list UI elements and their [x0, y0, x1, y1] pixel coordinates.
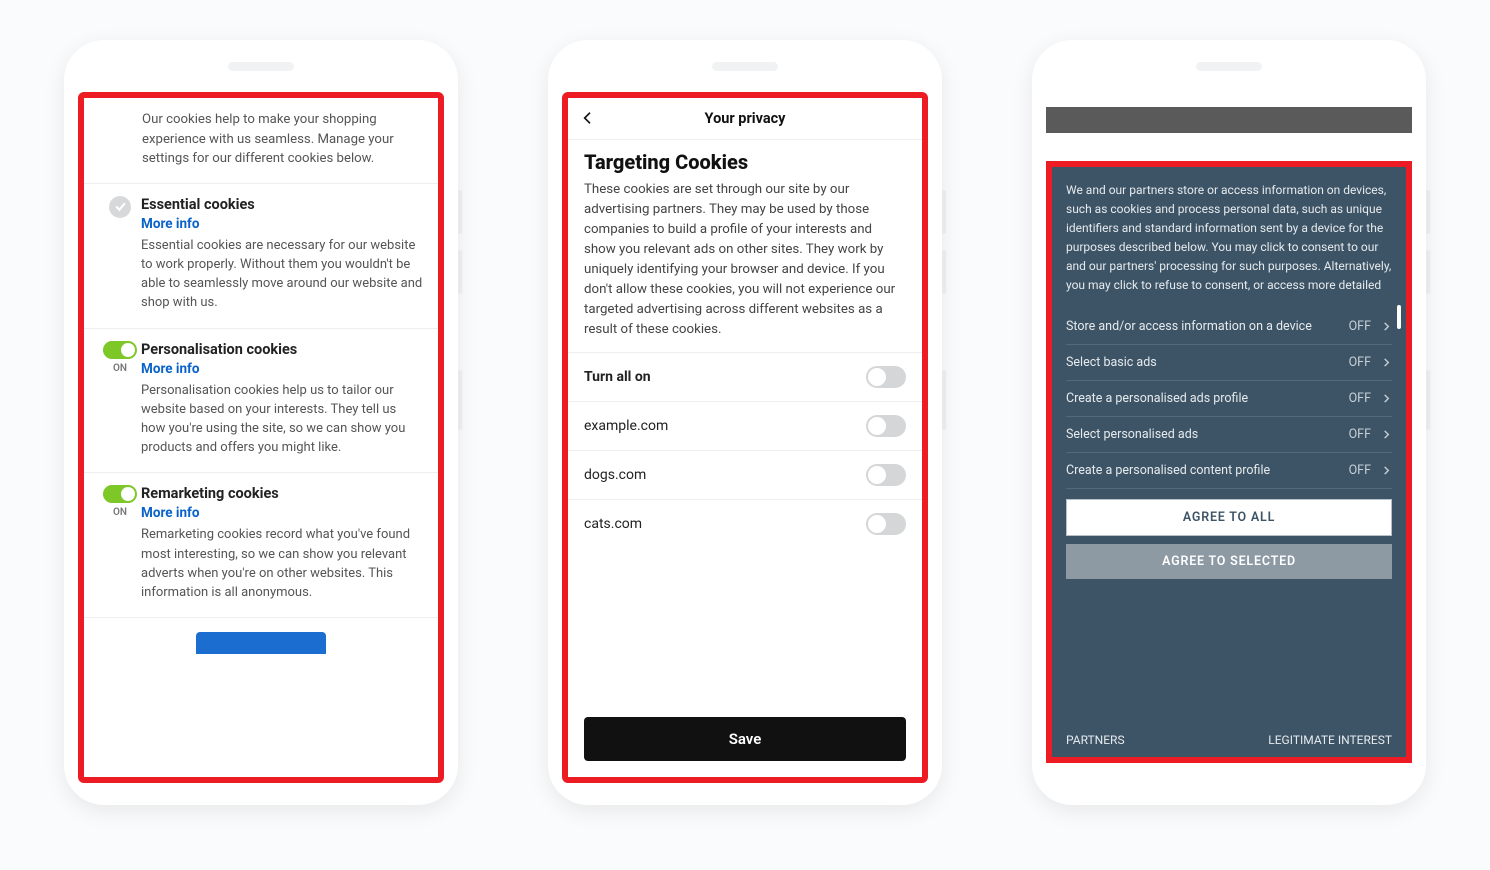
legitimate-interest-link[interactable]: LEGITIMATE INTEREST — [1268, 733, 1392, 747]
purpose-label: Create a personalised content profile — [1066, 463, 1270, 478]
toggle-remarketing[interactable] — [103, 485, 137, 503]
phone-mockup-2: Your privacy Targeting Cookies These coo… — [548, 40, 942, 805]
toggle-partner[interactable] — [866, 513, 906, 535]
section-title: Essential cookies — [141, 196, 423, 213]
consent-panel: We and our partners store or access info… — [1052, 167, 1406, 757]
purpose-list: Store and/or access information on a dev… — [1066, 309, 1392, 489]
toggle-all[interactable] — [866, 366, 906, 388]
chevron-right-icon — [1381, 357, 1392, 368]
row-example: example.com — [568, 401, 922, 450]
toggle-partner[interactable] — [866, 464, 906, 486]
more-info-link[interactable]: More info — [141, 505, 423, 521]
chevron-right-icon — [1381, 321, 1392, 332]
row-label: example.com — [584, 418, 668, 434]
section-title: Personalisation cookies — [141, 341, 423, 358]
agree-all-button[interactable]: AGREE TO ALL — [1066, 499, 1392, 536]
save-button[interactable]: Save — [584, 717, 906, 761]
check-icon — [109, 196, 131, 218]
cookie-settings-panel: Our cookies help to make your shopping e… — [78, 92, 444, 783]
toggle-state: ON — [113, 363, 127, 374]
toggle-personalisation[interactable] — [103, 341, 137, 359]
purpose-item[interactable]: Select basic ads OFF — [1066, 345, 1392, 381]
purpose-item[interactable]: Create a personalised ads profile OFF — [1066, 381, 1392, 417]
page-desc: These cookies are set through our site b… — [568, 180, 922, 352]
chevron-right-icon — [1381, 465, 1392, 476]
row-label: cats.com — [584, 516, 642, 532]
partners-link[interactable]: PARTNERS — [1066, 733, 1125, 747]
consent-intro: We and our partners store or access info… — [1066, 181, 1392, 295]
section-title: Remarketing cookies — [141, 485, 423, 502]
purpose-item[interactable]: Store and/or access information on a dev… — [1066, 309, 1392, 345]
row-label: Turn all on — [584, 369, 651, 385]
purpose-item[interactable]: Create a personalised content profile OF… — [1066, 453, 1392, 489]
purpose-state: OFF — [1349, 463, 1371, 478]
more-info-link[interactable]: More info — [141, 361, 423, 377]
row-turn-all-on: Turn all on — [568, 352, 922, 401]
modal-header: Your privacy — [568, 98, 922, 140]
phone-mockup-1: Our cookies help to make your shopping e… — [64, 40, 458, 805]
purpose-state: OFF — [1349, 355, 1371, 370]
toggle-state: ON — [113, 507, 127, 518]
section-desc: Personalisation cookies help us to tailo… — [141, 381, 423, 458]
purpose-label: Store and/or access information on a dev… — [1066, 319, 1312, 334]
primary-button-cutoff[interactable] — [196, 632, 326, 654]
purpose-label: Select basic ads — [1066, 355, 1157, 370]
more-info-link[interactable]: More info — [141, 216, 423, 232]
purpose-state: OFF — [1349, 391, 1371, 406]
purpose-state: OFF — [1349, 319, 1371, 334]
toggle-partner[interactable] — [866, 415, 906, 437]
scrollbar-thumb[interactable] — [1397, 305, 1401, 329]
row-dogs: dogs.com — [568, 450, 922, 499]
purpose-item[interactable]: Select personalised ads OFF — [1066, 417, 1392, 453]
chevron-right-icon — [1381, 393, 1392, 404]
section-remarketing: ON Remarketing cookies More info Remarke… — [84, 473, 438, 618]
intro-text: Our cookies help to make your shopping e… — [84, 98, 438, 184]
agree-selected-button[interactable]: AGREE TO SELECTED — [1066, 544, 1392, 579]
section-personalisation: ON Personalisation cookies More info Per… — [84, 329, 438, 474]
phone-mockup-3: We and our partners store or access info… — [1032, 40, 1426, 805]
page-title: Targeting Cookies — [568, 140, 922, 180]
section-desc: Essential cookies are necessary for our … — [141, 236, 423, 313]
purpose-state: OFF — [1349, 427, 1371, 442]
section-desc: Remarketing cookies record what you've f… — [141, 525, 423, 602]
back-button[interactable] — [580, 110, 596, 130]
targeting-cookies-panel: Your privacy Targeting Cookies These coo… — [562, 92, 928, 783]
row-label: dogs.com — [584, 467, 646, 483]
section-essential: Essential cookies More info Essential co… — [84, 184, 438, 329]
chevron-right-icon — [1381, 429, 1392, 440]
consent-panel-screen: We and our partners store or access info… — [1046, 92, 1412, 783]
row-cats: cats.com — [568, 499, 922, 548]
purpose-label: Create a personalised ads profile — [1066, 391, 1248, 406]
purpose-label: Select personalised ads — [1066, 427, 1198, 442]
header-title: Your privacy — [705, 110, 786, 127]
